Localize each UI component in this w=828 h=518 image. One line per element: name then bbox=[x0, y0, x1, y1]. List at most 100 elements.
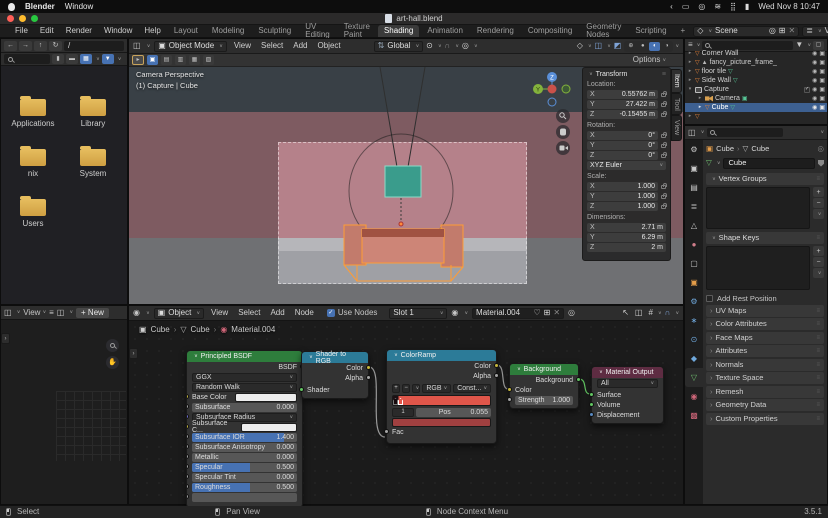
properties-search-input[interactable] bbox=[707, 128, 783, 137]
lock-icon[interactable] bbox=[661, 134, 666, 138]
metallic-slider[interactable]: Metallic0.000 bbox=[192, 453, 297, 462]
workspace-tab-rendering[interactable]: Rendering bbox=[471, 25, 520, 37]
nav-forward-button[interactable]: → bbox=[19, 41, 32, 51]
transform-panel-title[interactable]: Transform bbox=[596, 71, 628, 78]
folder-users[interactable]: Users bbox=[7, 199, 59, 228]
menu-help[interactable]: Help bbox=[139, 27, 165, 35]
editor-type-icon[interactable]: ◫ bbox=[133, 42, 141, 50]
node-colorramp[interactable]: ∨ColorRamp Color Alpha + − ∨ RGB∨ Const.… bbox=[386, 349, 497, 444]
browse-image-icon[interactable]: ◫ bbox=[57, 309, 65, 317]
breadcrumb-object[interactable]: Cube bbox=[716, 145, 734, 153]
slot-dropdown[interactable]: Slot 1∨ bbox=[389, 308, 447, 319]
shader-menu-add[interactable]: Add bbox=[267, 309, 287, 317]
active-stop-color-swatch[interactable] bbox=[392, 418, 491, 427]
tab-constraints[interactable]: ◆ bbox=[685, 349, 703, 368]
folder-applications[interactable]: Applications bbox=[7, 99, 59, 128]
eye-icon[interactable]: ◉ bbox=[812, 60, 817, 66]
render-visibility-icon[interactable]: ▣ bbox=[819, 105, 825, 111]
editor-type-icon[interactable]: ◫ bbox=[4, 309, 12, 317]
add-stop-button[interactable]: + bbox=[392, 384, 400, 393]
path-field[interactable]: / bbox=[64, 41, 124, 51]
outliner-search-input[interactable] bbox=[702, 41, 793, 50]
pan-hand-button[interactable]: ✋ bbox=[106, 356, 119, 369]
render-visibility-icon[interactable]: ▣ bbox=[819, 87, 825, 93]
panel-uv-maps[interactable]: ›UV Maps≡ bbox=[706, 305, 824, 317]
refresh-button[interactable]: ↻ bbox=[49, 41, 62, 51]
apple-icon[interactable] bbox=[8, 3, 15, 11]
render-visibility-icon[interactable]: ▣ bbox=[819, 78, 825, 84]
interpolation-dropdown[interactable]: Const...∨ bbox=[453, 384, 491, 393]
ramp-stop-1-active[interactable] bbox=[398, 398, 403, 405]
show-overlays-icon[interactable]: ◫ bbox=[592, 42, 606, 50]
snap-magnet-icon[interactable]: ∩ bbox=[662, 309, 674, 317]
outliner-row-capture-collection[interactable]: ▾ Capture ✓ ◉▣ bbox=[685, 85, 827, 94]
copy-material-icon[interactable]: ⊞ bbox=[544, 309, 551, 317]
shape-keys-list[interactable] bbox=[706, 246, 810, 290]
location-y-field[interactable]: Y27.422 m bbox=[587, 100, 658, 109]
tab-view-layer[interactable]: ≣ bbox=[685, 197, 703, 216]
tab-object-data[interactable]: ▽ bbox=[685, 368, 703, 387]
lock-icon[interactable] bbox=[661, 144, 666, 148]
shading-rendered-button[interactable]: ◑ bbox=[661, 42, 672, 51]
unlink-material-icon[interactable]: ✕ bbox=[553, 309, 560, 317]
viewport-menu-view[interactable]: View bbox=[231, 42, 254, 50]
panel-attributes[interactable]: ›Attributes≡ bbox=[706, 345, 824, 357]
subsurface-ior-slider[interactable]: Subsurface IOR1.400 bbox=[192, 433, 297, 442]
fake-user-icon[interactable]: ♡ bbox=[533, 309, 540, 317]
viewport-menu-select[interactable]: Select bbox=[258, 42, 286, 50]
node-shader-to-rgb[interactable]: ∨Shader to RGB Color Alpha Shader bbox=[301, 351, 369, 399]
vertex-group-specials-button[interactable]: ∨ bbox=[813, 209, 824, 219]
clipped-slider[interactable] bbox=[192, 493, 297, 502]
nav-back-button[interactable]: ← bbox=[4, 41, 17, 51]
shader-menu-view[interactable]: View bbox=[208, 309, 231, 317]
location-x-field[interactable]: X0.55762 m bbox=[587, 90, 658, 99]
lock-icon[interactable] bbox=[661, 103, 666, 107]
lock-icon[interactable] bbox=[661, 195, 666, 199]
browse-material-icon[interactable]: ◉ bbox=[451, 309, 458, 317]
file-search-input[interactable] bbox=[4, 54, 50, 64]
subsurface-anisotropy-slider[interactable]: Subsurface Anisotropy0.000 bbox=[192, 443, 297, 452]
tab-material[interactable]: ◉ bbox=[685, 387, 703, 406]
zoom-button[interactable] bbox=[106, 339, 119, 352]
folder-nix[interactable]: nix bbox=[7, 149, 59, 178]
display-vertical-list-button[interactable]: ▮ bbox=[52, 54, 64, 64]
tab-tool[interactable]: ⚙ bbox=[685, 140, 703, 159]
properties-editor-icon[interactable]: ◫ bbox=[688, 129, 696, 137]
node-canvas[interactable]: ▣Cube › ▽Cube › ◉Material.004 › ∨Princip… bbox=[129, 321, 685, 506]
status-icon-wifi[interactable]: ≋ bbox=[714, 3, 721, 11]
vertex-groups-list[interactable] bbox=[706, 187, 810, 229]
lock-icon[interactable] bbox=[661, 113, 666, 117]
copy-scene-icon[interactable]: ⊞ bbox=[779, 27, 786, 35]
node-background[interactable]: ∨Background Background Color Strength1.0… bbox=[509, 363, 579, 409]
new-collection-icon[interactable]: ▢ bbox=[813, 41, 824, 50]
stop-position-field[interactable]: Pos0.055 bbox=[416, 408, 491, 417]
ramp-stop-0[interactable] bbox=[393, 398, 398, 405]
outliner-display-mode-icon[interactable]: ≡ bbox=[688, 41, 693, 49]
sidebar-tab-item[interactable]: Item bbox=[671, 69, 682, 93]
toggle-xray-icon[interactable]: ◩ bbox=[611, 42, 625, 50]
menu-file[interactable]: File bbox=[10, 27, 33, 35]
panel-normals[interactable]: ›Normals≡ bbox=[706, 359, 824, 371]
viewport-nav-buttons[interactable] bbox=[556, 109, 570, 155]
viewlayer-selector[interactable]: ≣∨ ViewLayer ⊞ ✕ bbox=[802, 26, 828, 37]
scale-y-field[interactable]: Y1.000 bbox=[587, 192, 658, 201]
nav-up-button[interactable]: ↑ bbox=[34, 41, 47, 51]
pivot-point-icon[interactable]: ⊙ bbox=[423, 42, 436, 50]
eye-icon[interactable]: ◉ bbox=[812, 78, 817, 84]
snap-magnet-icon[interactable]: ∩ bbox=[442, 42, 454, 50]
material-name-field[interactable]: Material.004 ♡ ⊞ ✕ bbox=[472, 308, 564, 319]
toolbar-toggle-arrow[interactable]: › bbox=[1, 333, 10, 344]
new-image-button[interactable]: + New bbox=[76, 308, 109, 318]
panel-remesh[interactable]: ›Remesh≡ bbox=[706, 386, 824, 398]
render-visibility-icon[interactable]: ▣ bbox=[819, 96, 825, 102]
display-thumbnail-button[interactable]: ▦ bbox=[80, 54, 92, 64]
lock-icon[interactable] bbox=[661, 185, 666, 189]
menu-render[interactable]: Render bbox=[61, 27, 97, 35]
outliner-filter-icon[interactable]: ▼ bbox=[795, 41, 803, 49]
distribution-dropdown[interactable]: GGX∨ bbox=[192, 373, 297, 382]
select-mode-extend-button[interactable]: ▤ bbox=[161, 55, 172, 65]
location-z-field[interactable]: Z-0.15455 m bbox=[587, 110, 658, 119]
shading-wireframe-button[interactable]: ⊕ bbox=[625, 42, 636, 51]
status-icon-grid[interactable]: ⣿ bbox=[730, 3, 736, 11]
active-tool-box-select[interactable]: ▸ bbox=[132, 55, 144, 65]
